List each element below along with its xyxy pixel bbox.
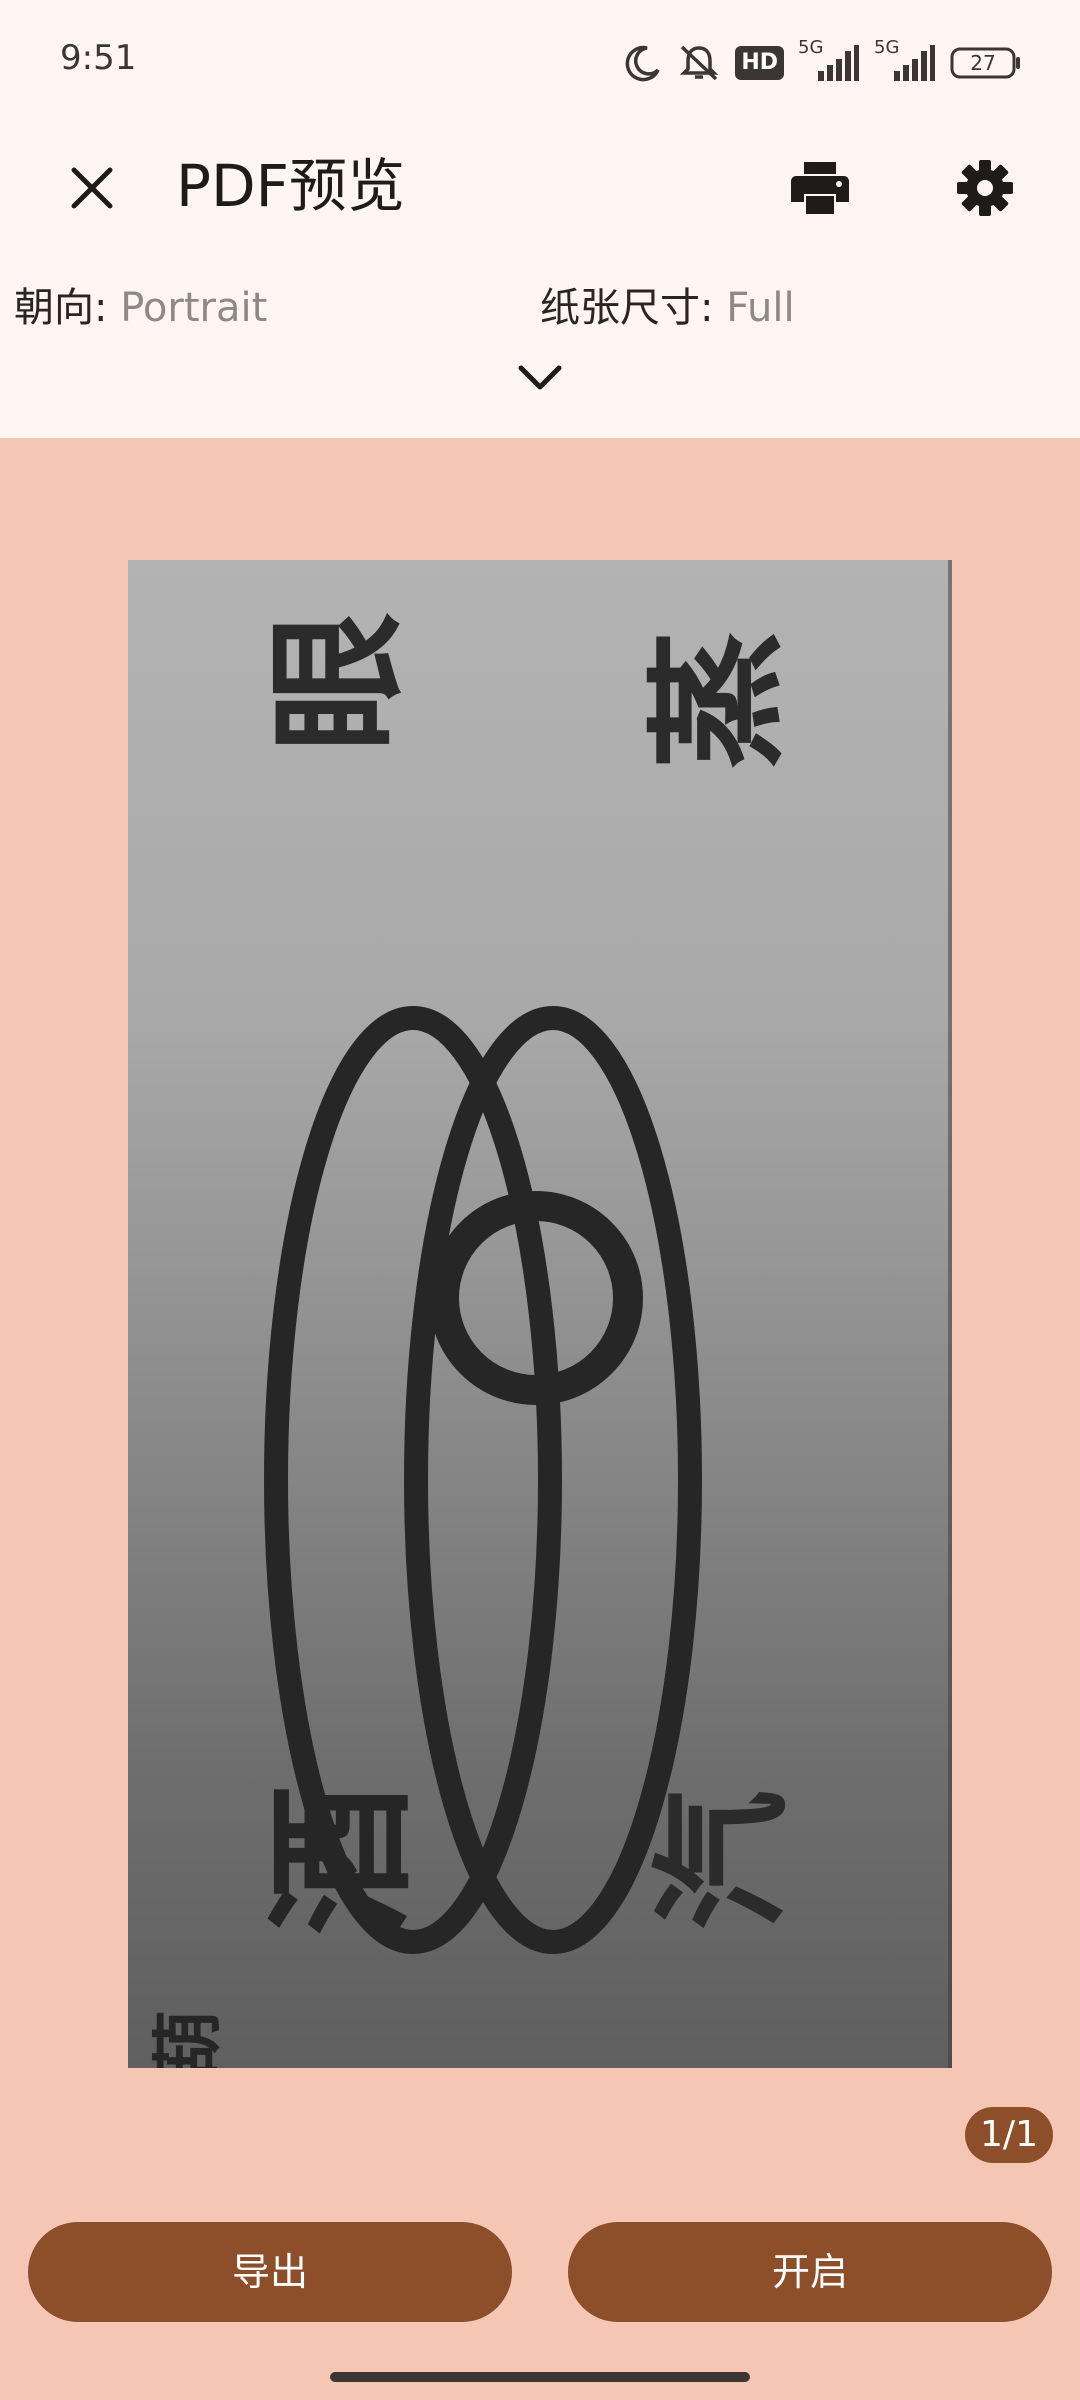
status-bar: 9:51 HD 5G 5G 27 — [0, 0, 1080, 126]
close-button[interactable] — [52, 150, 132, 230]
signal-5g-icon: 5G — [798, 37, 860, 83]
app-bar: PDF预览 — [0, 126, 1080, 246]
export-button[interactable]: 导出 — [28, 2222, 512, 2322]
chevron-down-icon — [517, 363, 563, 397]
close-icon — [69, 165, 115, 215]
preview-image: 眼 蒸 汽 酒 葫 — [147, 560, 952, 2068]
char-vapor: 汽 — [643, 1790, 806, 1930]
page-counter: 1/1 — [965, 2107, 1053, 2163]
page-edge — [948, 560, 952, 2068]
gear-icon — [956, 159, 1014, 221]
signal-5g-icon: 5G — [874, 37, 936, 83]
hd-icon: HD — [735, 46, 784, 80]
pdf-page-preview: 眼 蒸 汽 酒 葫 — [128, 560, 952, 2068]
char-eye: 眼 — [258, 612, 421, 752]
char-steam: 蒸 — [638, 630, 801, 770]
expand-options-button[interactable] — [500, 350, 580, 410]
battery-icon: 27 — [950, 47, 1022, 79]
orientation-value: Portrait — [120, 285, 268, 331]
char-gourd: 葫 — [147, 2010, 229, 2068]
status-icons: HD 5G 5G 27 — [623, 37, 1022, 88]
enable-button[interactable]: 开启 — [568, 2222, 1052, 2322]
moon-icon — [623, 43, 663, 83]
settings-button[interactable] — [945, 150, 1025, 230]
print-button[interactable] — [780, 150, 860, 230]
battery-level: 27 — [970, 51, 996, 75]
bell-off-icon — [677, 43, 721, 83]
orientation-option[interactable]: 朝向: Portrait — [14, 278, 267, 338]
char-liquor: 酒 — [256, 1785, 430, 1935]
paper-size-option[interactable]: 纸张尺寸: Full — [540, 278, 795, 338]
print-icon — [790, 160, 850, 220]
home-indicator[interactable] — [330, 2372, 750, 2382]
status-time: 9:51 — [60, 38, 137, 78]
orientation-label: 朝向: — [14, 285, 108, 331]
paper-size-value: Full — [726, 285, 795, 331]
page-title: PDF预览 — [176, 152, 405, 220]
paper-size-label: 纸张尺寸: — [540, 285, 714, 331]
